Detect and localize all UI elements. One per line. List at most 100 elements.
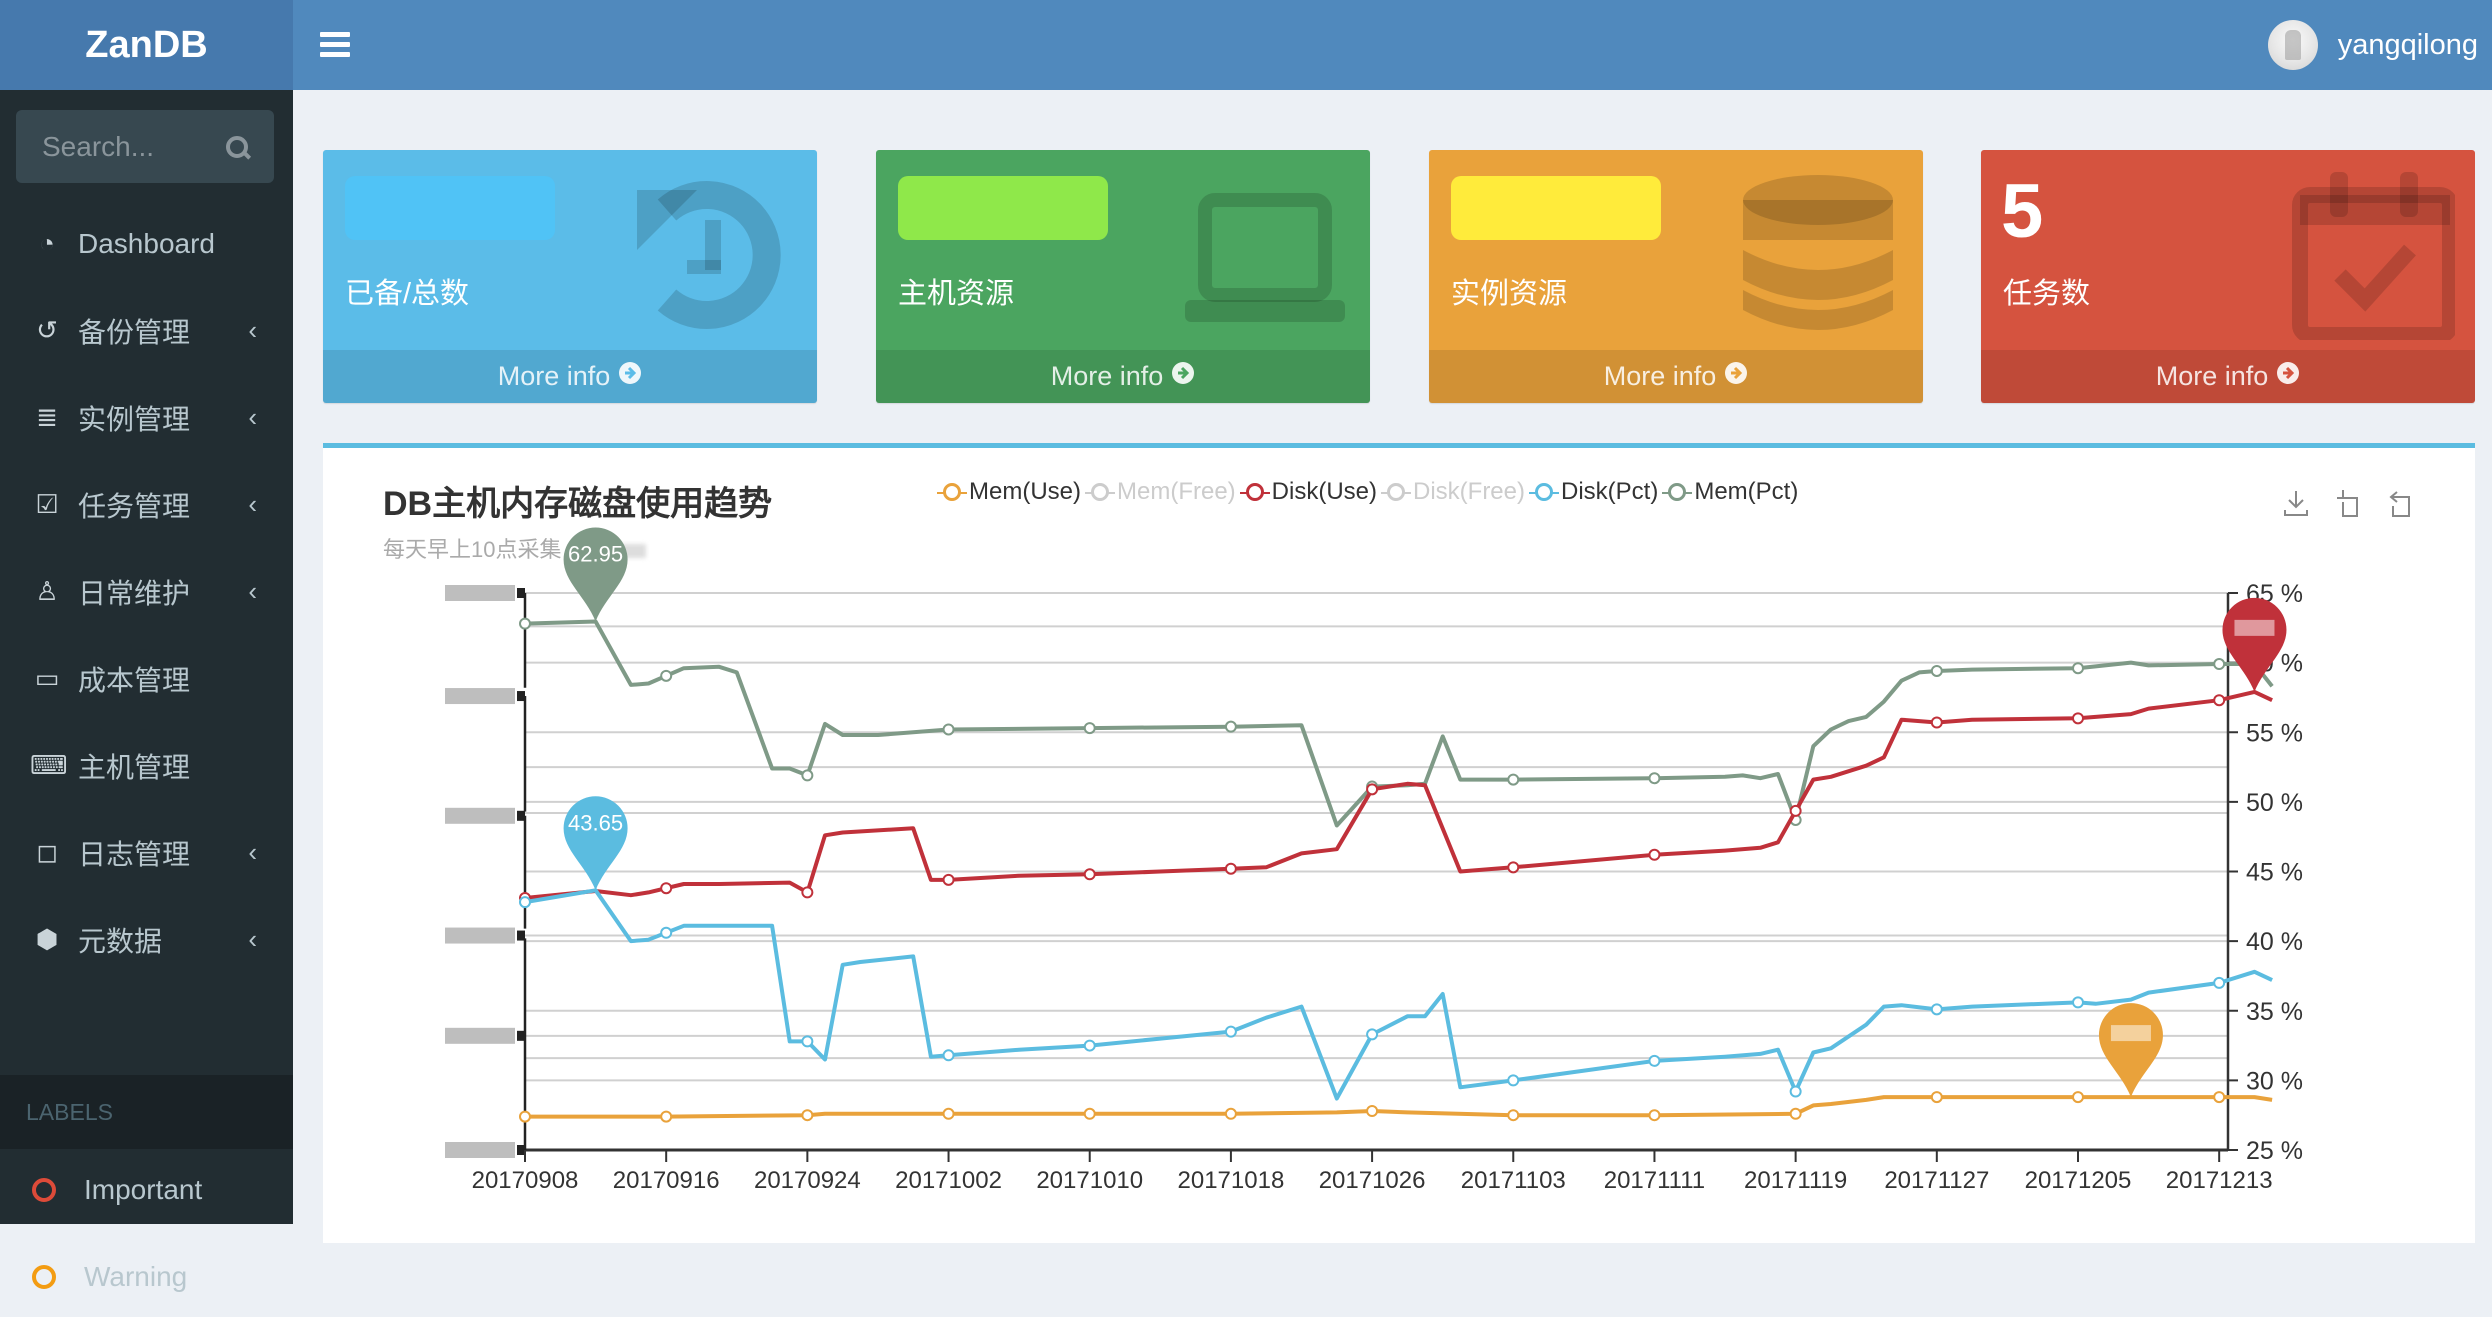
right-axis-label: 50 % xyxy=(2246,789,2303,817)
sidebar-item-label: 成本管理 xyxy=(78,664,191,696)
sidebar-item-5[interactable]: ▭ 成本管理 xyxy=(0,635,293,722)
sidebar-item-2[interactable]: ≣ 实例管理 ‹ xyxy=(0,374,293,461)
sidebar-item-label: Dashboard xyxy=(78,227,215,259)
mark-point-pin[interactable]: 43.65 xyxy=(563,796,628,891)
mark-point-pin[interactable] xyxy=(2222,597,2287,692)
sidebar: Search... ◔ Dashboard ↺ 备份管理 ‹ ≣ 实例管理 ‹ ☑ 任务管理 ‹ ♙ 日… xyxy=(0,90,293,1292)
info-box-4: 5 任务数 More info xyxy=(1981,150,2475,403)
right-axis-label: 35 % xyxy=(2246,998,2303,1026)
mark-point-pin[interactable] xyxy=(2098,1003,2163,1098)
pin-label: 43.65 xyxy=(568,810,623,835)
sidebar-label-warning[interactable]: Warning xyxy=(0,1237,293,1317)
sidebar-item-label: 主机管理 xyxy=(78,751,191,783)
page-scrollbar[interactable] xyxy=(2475,90,2492,1224)
data-point xyxy=(519,617,531,630)
labels-header: LABELS xyxy=(0,1075,293,1149)
data-point xyxy=(2071,1091,2084,1104)
sidebar-item-label: 元数据 xyxy=(78,925,163,957)
data-point xyxy=(519,896,531,909)
more-info-label: More info xyxy=(2155,361,2269,391)
data-point xyxy=(801,769,814,782)
circle-icon xyxy=(32,1178,56,1202)
sidebar-item-label: 备份管理 xyxy=(78,316,191,348)
pin-shape xyxy=(2222,597,2287,692)
chevron-left-icon: ‹ xyxy=(248,315,257,345)
sidebar-label-important[interactable]: Important xyxy=(0,1150,293,1230)
search-icon[interactable] xyxy=(226,135,248,158)
data-point xyxy=(519,1110,531,1123)
data-point xyxy=(1224,1025,1237,1038)
x-axis-label: 20171010 xyxy=(1036,1167,1143,1194)
x-axis-label: 20171127 xyxy=(1884,1167,1989,1194)
data-point xyxy=(1507,773,1520,786)
data-point xyxy=(1366,783,1379,796)
redacted-value xyxy=(898,176,1108,240)
chevron-left-icon: ‹ xyxy=(248,489,257,519)
history-icon: ↺ xyxy=(36,315,58,345)
data-point xyxy=(2213,976,2226,989)
data-point xyxy=(1224,720,1237,733)
x-axis-label: 20171205 xyxy=(2025,1167,2132,1194)
credit-card-icon: ▭ xyxy=(34,663,60,693)
redacted-value xyxy=(345,176,555,240)
data-point xyxy=(2213,694,2226,707)
label-text: Important xyxy=(84,1174,203,1205)
series-line-diskpct xyxy=(524,888,2273,1101)
left-axis-tick xyxy=(517,930,525,941)
redacted-value xyxy=(1451,176,1661,240)
data-point xyxy=(2213,658,2226,671)
data-point xyxy=(1930,716,1943,729)
data-point xyxy=(801,886,814,899)
arrow-circle-right-icon xyxy=(1724,361,1748,392)
sidebar-item-label: 任务管理 xyxy=(78,490,191,522)
dashboard-icon: ◔ xyxy=(39,228,55,258)
data-point xyxy=(801,1035,814,1048)
sidebar-item-label: 实例管理 xyxy=(78,403,191,435)
info-box-label: 已备/总数 xyxy=(345,278,470,310)
line-chart: 65 %60 %55 %50 %45 %40 %35 %30 %25 %2017… xyxy=(445,527,2303,1194)
user-menu[interactable]: yangqilong xyxy=(2267,14,2478,76)
redacted-left-axis-label xyxy=(445,927,515,944)
left-axis-tick xyxy=(517,588,525,598)
info-box-1: 已备/总数 More info xyxy=(323,150,817,403)
info-box-label: 任务数 xyxy=(2003,278,2091,310)
sidebar-item-8[interactable]: ⬢ 元数据 ‹ xyxy=(0,896,293,983)
sidebar-item-0[interactable]: ◔ Dashboard xyxy=(0,200,293,287)
pin-label: 62.95 xyxy=(568,542,623,567)
logo[interactable]: ZanDB xyxy=(0,0,293,90)
data-point xyxy=(660,882,673,895)
more-info-link[interactable]: More info xyxy=(1429,350,1923,403)
data-point xyxy=(1648,1054,1661,1067)
data-point xyxy=(1083,722,1096,735)
data-point xyxy=(660,1110,673,1123)
search-input[interactable]: Search... xyxy=(16,110,274,183)
data-point xyxy=(2071,996,2084,1009)
sidebar-toggle-icon[interactable] xyxy=(320,26,350,62)
data-point xyxy=(1083,868,1096,881)
data-point xyxy=(2071,662,2084,675)
redacted-left-axis-label xyxy=(445,585,515,601)
sidebar-item-1[interactable]: ↺ 备份管理 ‹ xyxy=(0,287,293,374)
sidebar-item-7[interactable]: ◻ 日志管理 ‹ xyxy=(0,809,293,896)
data-point xyxy=(1507,1074,1520,1087)
more-info-link[interactable]: More info xyxy=(323,350,817,403)
data-point xyxy=(660,926,673,939)
chart-panel: DB主机内存磁盘使用趋势 每天早上10点采集 单位 Mem(Use) Mem(Fr… xyxy=(323,443,2475,1243)
sidebar-item-4[interactable]: ♙ 日常维护 ‹ xyxy=(0,548,293,635)
x-axis-label: 20171002 xyxy=(895,1167,1002,1194)
left-axis-tick xyxy=(517,1030,525,1041)
data-point xyxy=(942,873,955,886)
redacted-pin-label xyxy=(2110,1025,2151,1042)
data-point xyxy=(1224,862,1237,875)
laptop-icon: ⌨ xyxy=(30,750,68,780)
more-info-link[interactable]: More info xyxy=(1981,350,2475,403)
data-point xyxy=(1224,1107,1237,1120)
sidebar-item-3[interactable]: ☑ 任务管理 ‹ xyxy=(0,461,293,548)
sidebar-item-6[interactable]: ⌨ 主机管理 xyxy=(0,722,293,809)
data-point xyxy=(1366,1028,1379,1041)
info-box-label: 实例资源 xyxy=(1451,278,1568,310)
mark-point-pin[interactable]: 62.95 xyxy=(563,527,628,622)
data-point xyxy=(1507,861,1520,874)
more-info-link[interactable]: More info xyxy=(876,350,1370,403)
data-point xyxy=(1930,1091,1943,1104)
